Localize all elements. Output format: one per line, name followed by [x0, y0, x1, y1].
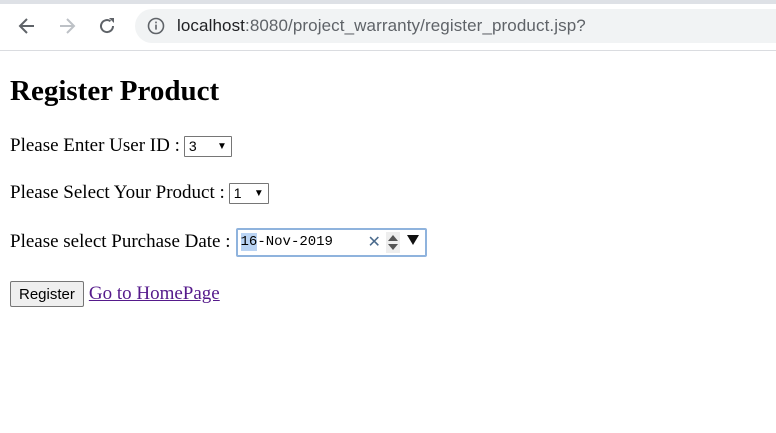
date-day-segment[interactable]: 16	[240, 233, 258, 251]
user-id-label: Please Enter User ID :	[10, 135, 180, 156]
spin-down-icon[interactable]	[387, 243, 398, 250]
url-text[interactable]: localhost:8080/project_warranty/register…	[177, 16, 586, 36]
tab-strip	[0, 0, 776, 4]
calendar-dropdown-icon[interactable]	[406, 234, 419, 245]
product-row: Please Select Your Product : 1 ▼	[10, 181, 269, 205]
purchase-date-label: Please select Purchase Date :	[10, 231, 231, 252]
forward-icon[interactable]	[53, 12, 81, 40]
user-id-row: Please Enter User ID : 3 ▼	[10, 134, 232, 158]
address-bar[interactable]: localhost:8080/project_warranty/register…	[135, 9, 776, 43]
url-host: localhost	[177, 16, 245, 35]
chevron-down-icon: ▼	[253, 187, 264, 199]
chevron-down-icon: ▼	[216, 140, 227, 152]
user-id-select[interactable]: 3 ▼	[183, 135, 232, 157]
spinner-control[interactable]	[385, 231, 400, 253]
spin-up-icon[interactable]	[387, 234, 398, 241]
purchase-date-row: Please select Purchase Date : 16 -Nov-201…	[10, 227, 427, 257]
product-select[interactable]: 1 ▼	[228, 182, 269, 204]
actions-row: Register Go to HomePage	[10, 281, 220, 307]
register-button[interactable]: Register	[10, 281, 84, 307]
url-path: :8080/project_warranty/register_product.…	[245, 16, 586, 35]
product-label: Please Select Your Product :	[10, 182, 225, 203]
page-title: Register Product	[10, 75, 220, 107]
reload-icon[interactable]	[93, 12, 121, 40]
back-icon[interactable]	[13, 12, 41, 40]
clear-icon[interactable]: ✕	[368, 233, 382, 250]
homepage-link[interactable]: Go to HomePage	[84, 283, 220, 305]
browser-toolbar: localhost:8080/project_warranty/register…	[0, 0, 776, 51]
purchase-date-input[interactable]: 16 -Nov-2019 ✕	[235, 227, 427, 257]
product-value: 1	[233, 185, 242, 201]
date-month-year-segment[interactable]: -Nov-2019	[257, 234, 333, 250]
user-id-value: 3	[188, 138, 197, 154]
info-icon[interactable]	[147, 17, 165, 35]
